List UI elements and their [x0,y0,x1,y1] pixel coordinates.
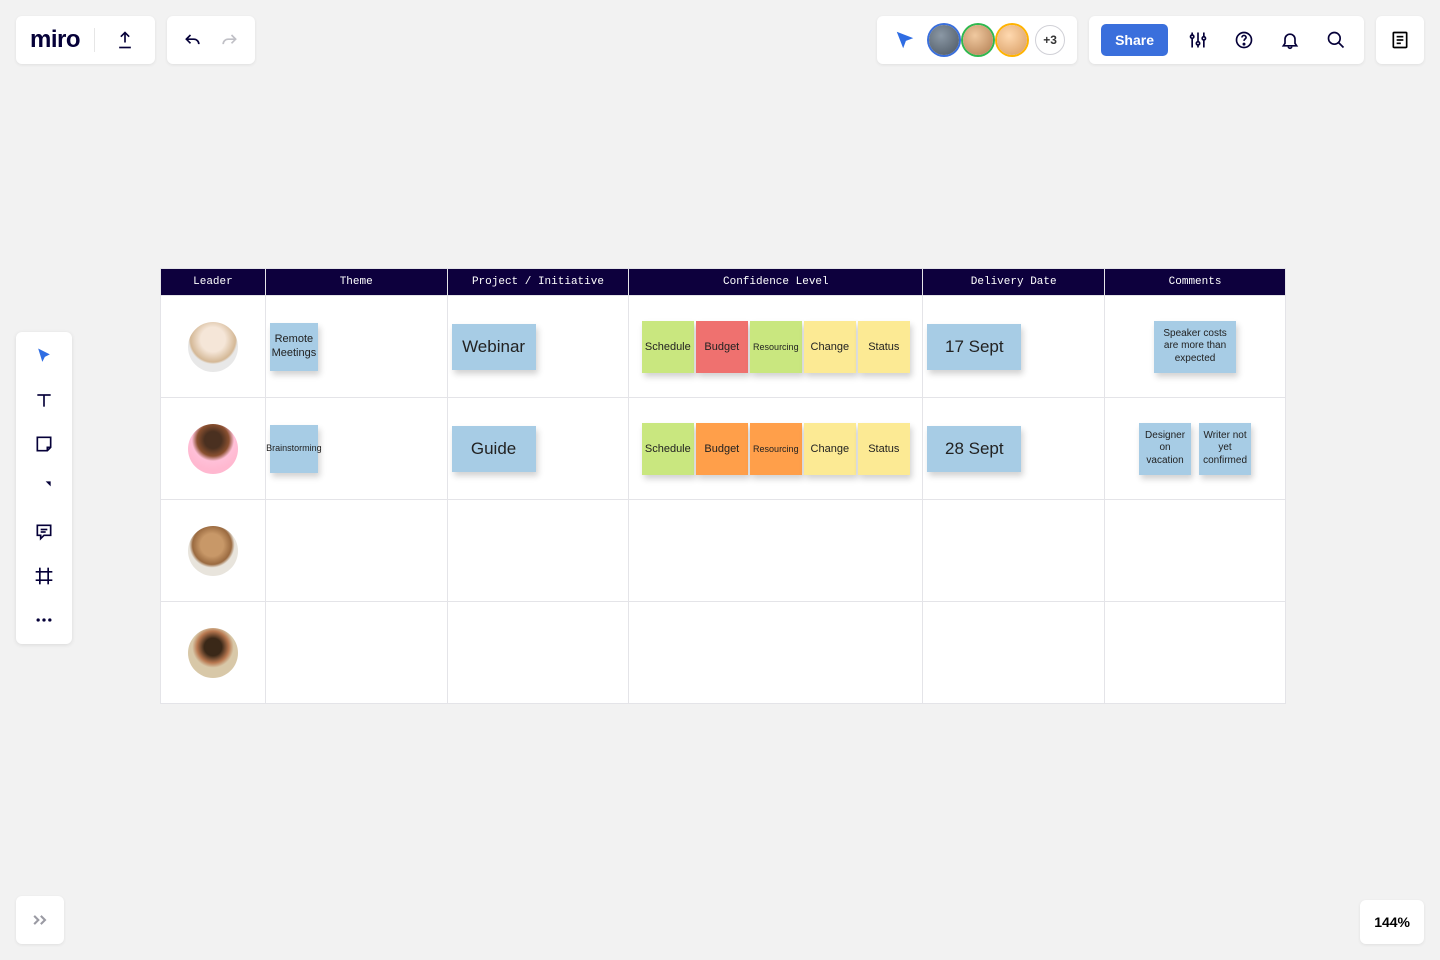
search-icon[interactable] [1320,24,1352,56]
column-header: Comments [1105,269,1286,296]
more-tools-icon[interactable] [24,604,64,636]
sticky-note[interactable]: Change [804,321,856,373]
notification-icon[interactable] [1274,24,1306,56]
select-tool-icon[interactable] [24,340,64,372]
column-header: Delivery Date [923,269,1105,296]
sticky-note[interactable]: Status [858,321,910,373]
sticky-note[interactable]: Budget [696,321,748,373]
sticky-note[interactable]: Resourcing [750,423,802,475]
avatar[interactable] [997,25,1027,55]
sticky-note[interactable]: Webinar [452,324,536,370]
sticky-note[interactable]: Schedule [642,321,694,373]
avatar[interactable] [929,25,959,55]
board-canvas[interactable]: Leader Theme Project / Initiative Confid… [160,268,1286,704]
column-header: Confidence Level [629,269,923,296]
export-icon[interactable] [109,24,141,56]
undo-icon[interactable] [177,24,209,56]
planning-table[interactable]: Leader Theme Project / Initiative Confid… [160,268,1286,704]
expand-panel-icon[interactable] [16,896,64,944]
table-row[interactable]: Remote Meetings Webinar Schedule Budget … [161,296,1286,398]
column-header: Theme [265,269,447,296]
sticky-note[interactable]: 28 Sept [927,426,1021,472]
column-header: Project / Initiative [447,269,629,296]
avatar[interactable] [963,25,993,55]
avatar[interactable] [188,628,238,678]
sticky-note[interactable]: Remote Meetings [270,323,318,371]
activity-panel-icon[interactable] [1376,16,1424,64]
text-tool-icon[interactable] [24,384,64,416]
sticky-note[interactable]: Guide [452,426,536,472]
table-row[interactable]: Brainstorming Guide Schedule Budget Reso… [161,398,1286,500]
column-header: Leader [161,269,266,296]
presence-avatars[interactable] [929,25,1027,55]
avatar[interactable] [188,322,238,372]
avatar[interactable] [188,424,238,474]
sticky-note[interactable]: Resourcing [750,321,802,373]
sticky-note[interactable]: Status [858,423,910,475]
sticky-note[interactable]: Budget [696,423,748,475]
help-icon[interactable] [1228,24,1260,56]
frame-tool-icon[interactable] [24,560,64,592]
arrow-tool-icon[interactable] [24,472,64,504]
avatar[interactable] [188,526,238,576]
table-row[interactable] [161,500,1286,602]
table-row[interactable] [161,602,1286,704]
sticky-note[interactable]: Change [804,423,856,475]
sticky-note[interactable]: Designer on vacation [1139,423,1191,475]
zoom-level[interactable]: 144% [1360,900,1424,944]
sticky-note[interactable]: Writer not yet confirmed [1199,423,1251,475]
sticky-note[interactable]: Brainstorming [270,425,318,473]
cursor-follow-icon[interactable] [889,24,921,56]
redo-icon[interactable] [213,24,245,56]
divider [94,28,95,52]
sticky-note[interactable]: 17 Sept [927,324,1021,370]
app-logo[interactable]: miro [30,26,80,54]
sticky-note[interactable]: Speaker costs are more than expected [1154,321,1236,373]
sticky-note[interactable]: Schedule [642,423,694,475]
tool-toolbar [16,332,72,644]
share-button[interactable]: Share [1101,24,1168,56]
comment-tool-icon[interactable] [24,516,64,548]
settings-icon[interactable] [1182,24,1214,56]
avatar-overflow-count[interactable]: +3 [1035,25,1065,55]
sticky-note-tool-icon[interactable] [24,428,64,460]
